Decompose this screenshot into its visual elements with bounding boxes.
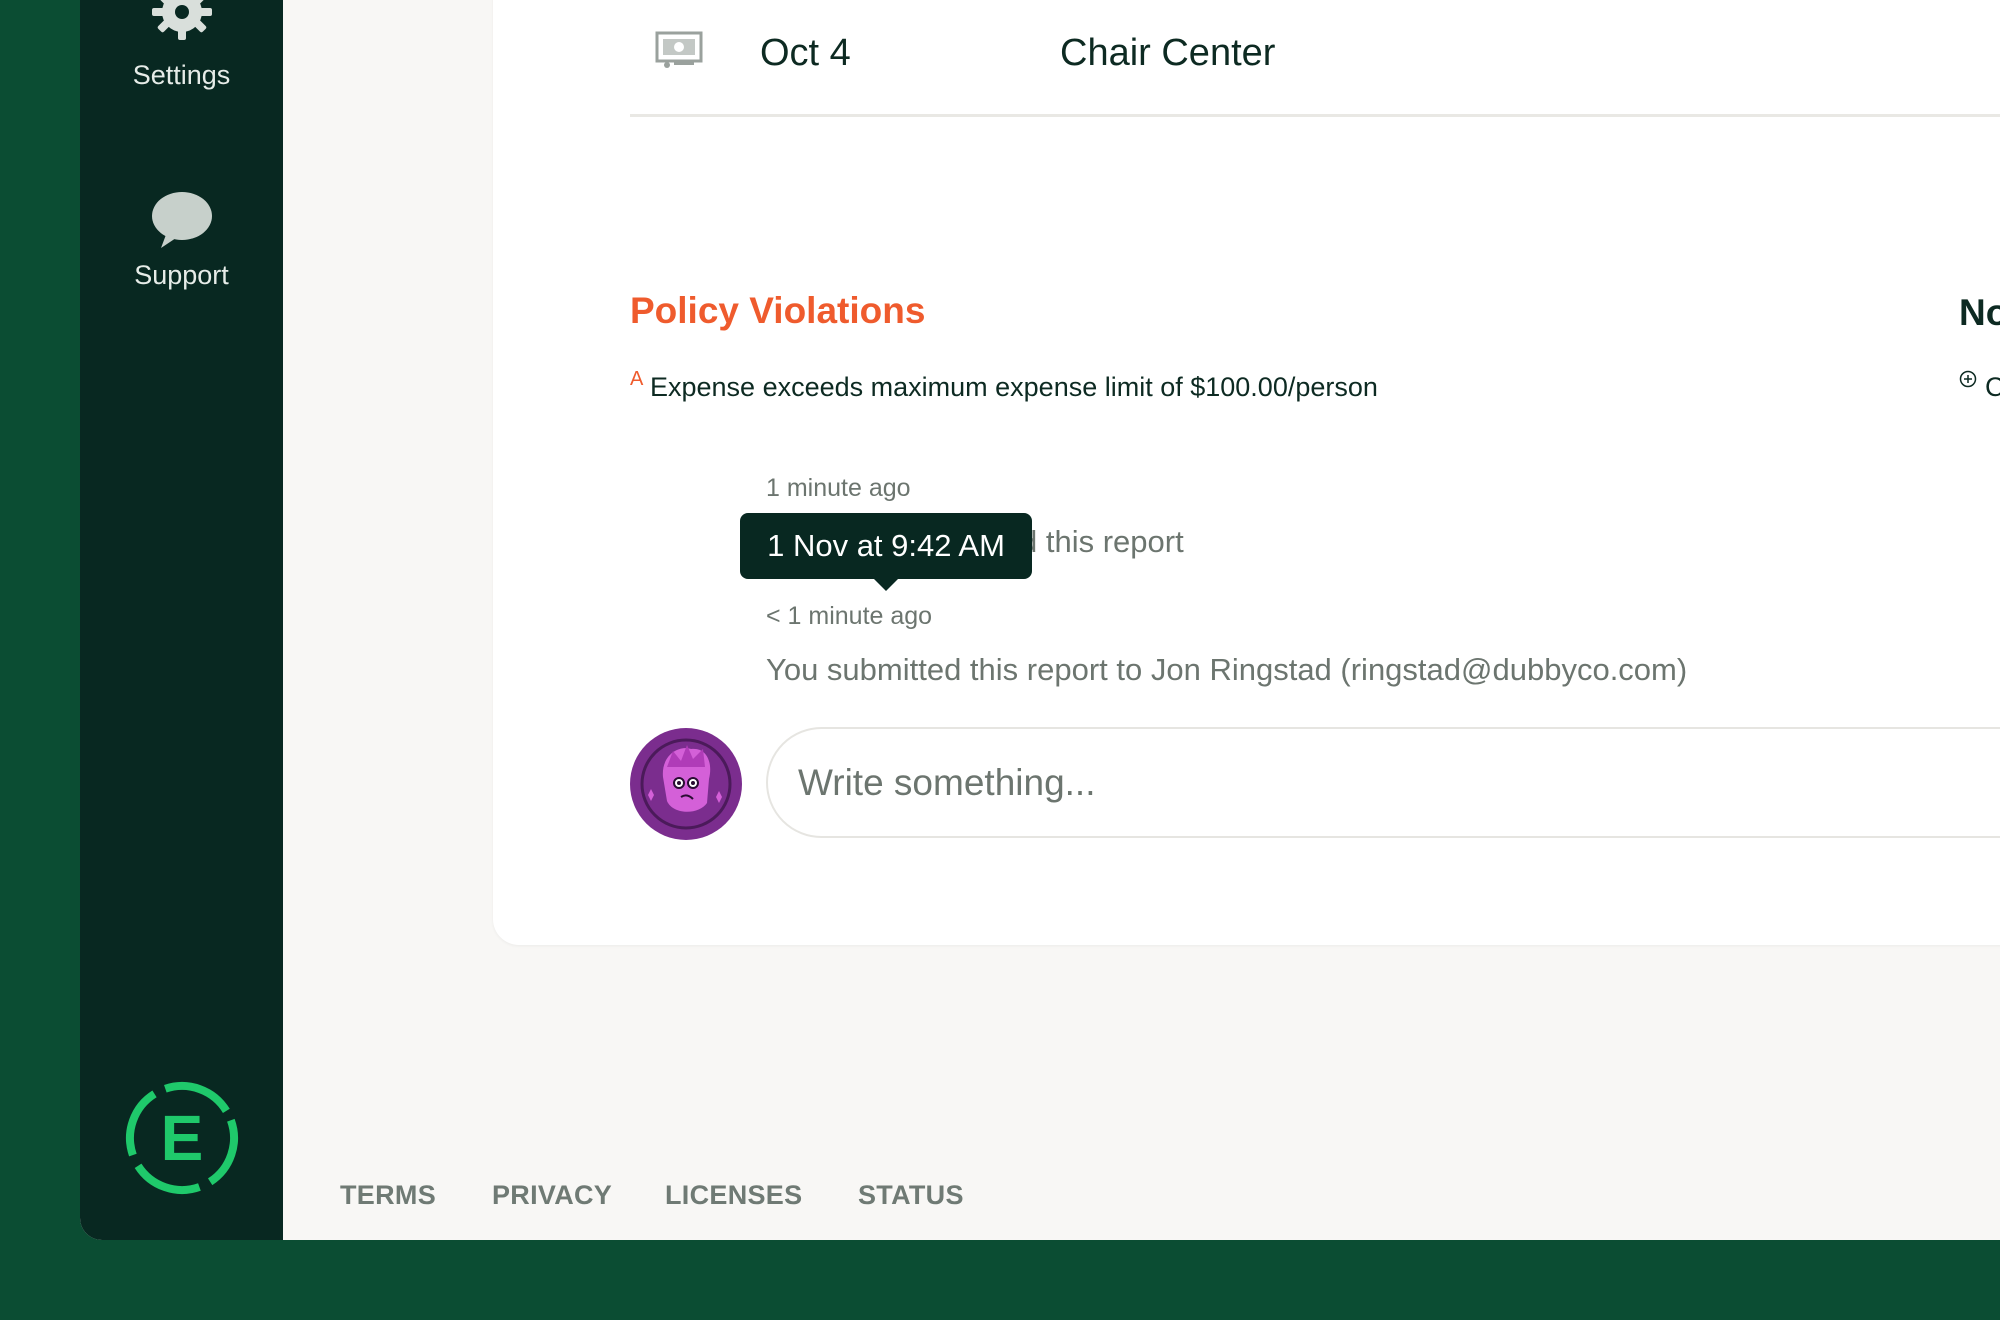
plus-circle-icon (1959, 370, 1977, 388)
sidebar: Settings Support E (80, 0, 283, 1240)
receipt-icon (655, 31, 703, 68)
expensify-logo-icon[interactable]: E (124, 1080, 240, 1196)
expense-merchant[interactable]: Chair Center (1060, 32, 1275, 75)
policy-violations-title: Policy Violations (630, 290, 926, 331)
comment-input[interactable] (766, 727, 2000, 838)
sidebar-item-settings[interactable]: Settings (80, 0, 283, 91)
user-avatar[interactable] (629, 727, 743, 841)
timeline-text: You submitted this report to Jon Ringsta… (766, 652, 1688, 687)
notes-title: Notes (1959, 292, 2000, 333)
footer-link-licenses[interactable]: LICENSES (665, 1180, 802, 1211)
footer-link-privacy[interactable]: PRIVACY (492, 1180, 612, 1211)
timestamp-tooltip: 1 Nov at 9:42 AM (740, 513, 1032, 591)
footer-link-status[interactable]: STATUS (858, 1180, 964, 1211)
app-window: Settings Support E Oct 4 Chair Center Po… (80, 0, 2000, 1240)
row-divider (630, 114, 2000, 117)
sidebar-item-support[interactable]: Support (80, 190, 283, 291)
tooltip-arrow (872, 577, 900, 591)
timeline-text: d this report (1020, 524, 1184, 559)
footer-link-terms[interactable]: TERMS (340, 1180, 436, 1211)
expense-date[interactable]: Oct 4 (760, 32, 851, 75)
violation-marker: A (630, 368, 644, 390)
chat-bubble-icon (151, 192, 212, 248)
timeline-time[interactable]: 1 minute ago (766, 474, 911, 503)
brand-letter: E (161, 1102, 204, 1174)
notes-text: Cash ex (1985, 372, 2000, 402)
violation-text: Expense exceeds maximum expense limit of… (650, 372, 1378, 402)
sidebar-item-label: Support (134, 260, 229, 290)
timeline-time[interactable]: < 1 minute ago (766, 602, 932, 631)
sidebar-item-label: Settings (132, 60, 231, 90)
gear-icon (151, 0, 212, 40)
tooltip-text: 1 Nov at 9:42 AM (767, 528, 1005, 563)
